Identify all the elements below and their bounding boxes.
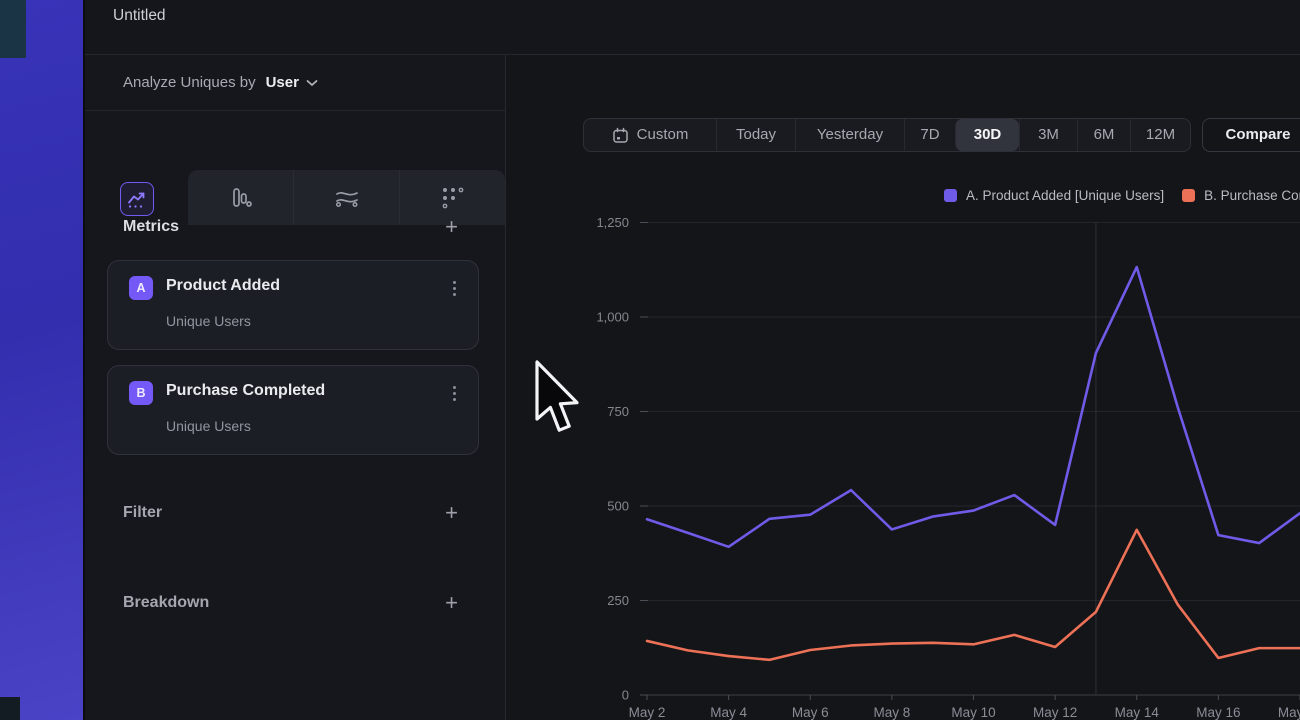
- app-window: Untitled Analyze Uniques by User: [85, 0, 1300, 720]
- funnel-dots-icon: [441, 186, 465, 210]
- metric-card-b[interactable]: B Purchase Completed Unique Users: [107, 365, 479, 455]
- chart-legend: A. Product Added [Unique Users] B. Purch…: [944, 188, 1300, 203]
- chevron-down-icon: [306, 79, 318, 87]
- tab-line-chart[interactable]: [120, 182, 154, 216]
- add-filter-button[interactable]: +: [445, 503, 458, 523]
- range-12m-button[interactable]: 12M: [1130, 119, 1190, 151]
- range-6m-button[interactable]: 6M: [1077, 119, 1130, 151]
- metric-badge-a: A: [129, 276, 153, 300]
- range-30d-button[interactable]: 30D: [955, 119, 1019, 151]
- metrics-title: Metrics: [123, 218, 179, 236]
- add-breakdown-button[interactable]: +: [445, 593, 458, 613]
- legend-label-b: B. Purchase Completed [Unique Users]: [1204, 188, 1300, 203]
- date-range-control: Custom Today Yesterday 7D 30D 3M 6M 12M: [583, 118, 1191, 152]
- metric-badge-b: B: [129, 381, 153, 405]
- add-metric-button[interactable]: +: [445, 217, 458, 237]
- kebab-menu-icon[interactable]: [447, 278, 461, 298]
- query-sidebar: Analyze Uniques by User: [85, 55, 506, 720]
- calendar-icon: [612, 127, 629, 144]
- desktop-gradient-strip: [0, 0, 85, 720]
- range-custom-button[interactable]: Custom: [584, 119, 716, 151]
- metric-name: Product Added: [166, 277, 280, 295]
- compare-button[interactable]: Compare: [1202, 118, 1300, 152]
- range-3m-button[interactable]: 3M: [1019, 119, 1077, 151]
- legend-swatch-a: [944, 189, 957, 202]
- bar-chart-icon: [229, 186, 253, 210]
- filter-section-header: Filter +: [85, 499, 506, 527]
- flow-chart-icon: [334, 187, 360, 209]
- metric-name: Purchase Completed: [166, 382, 325, 400]
- wallpaper-corner-top: [0, 0, 26, 58]
- filter-title: Filter: [123, 504, 162, 522]
- breakdown-title: Breakdown: [123, 594, 209, 612]
- chart-panel: Custom Today Yesterday 7D 30D 3M 6M 12M …: [506, 55, 1300, 720]
- app-screen: Untitled Analyze Uniques by User: [0, 0, 1300, 720]
- legend-label-a: A. Product Added [Unique Users]: [966, 188, 1164, 203]
- breakdown-section-header: Breakdown +: [85, 589, 506, 617]
- range-today-button[interactable]: Today: [716, 119, 795, 151]
- metrics-section-header: Metrics +: [85, 213, 506, 241]
- kebab-menu-icon[interactable]: [447, 383, 461, 403]
- legend-swatch-b: [1182, 189, 1195, 202]
- wallpaper-corner-bottom: [0, 697, 20, 720]
- legend-item-a[interactable]: A. Product Added [Unique Users]: [944, 188, 1164, 203]
- range-label: Custom: [637, 119, 689, 151]
- report-header: Untitled: [85, 0, 1300, 55]
- chart-type-tabstrip: [85, 111, 506, 225]
- metric-card-a[interactable]: A Product Added Unique Users: [107, 260, 479, 350]
- analyze-by-dropdown[interactable]: User: [266, 74, 318, 91]
- analyze-by-value: User: [266, 74, 299, 91]
- metric-subtitle: Unique Users: [166, 418, 251, 434]
- metric-subtitle: Unique Users: [166, 313, 251, 329]
- legend-item-b[interactable]: B. Purchase Completed [Unique Users]: [1182, 188, 1300, 203]
- range-7d-button[interactable]: 7D: [904, 119, 955, 151]
- analyze-row: Analyze Uniques by User: [123, 74, 318, 91]
- range-yesterday-button[interactable]: Yesterday: [795, 119, 904, 151]
- line-chart-icon: [127, 189, 147, 209]
- report-title[interactable]: Untitled: [113, 7, 166, 25]
- analyze-label: Analyze Uniques by: [123, 74, 256, 91]
